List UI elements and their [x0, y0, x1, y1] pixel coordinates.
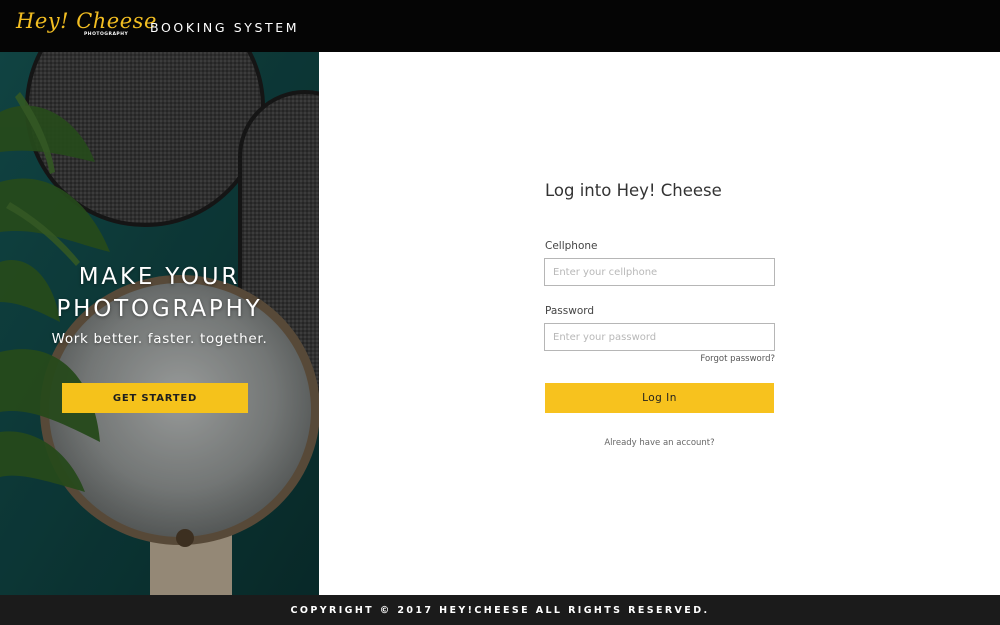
logo-subtext: PHOTOGRAPHY: [84, 32, 129, 37]
forgot-password-link[interactable]: Forgot password?: [655, 354, 775, 364]
hero-tagline: Work better. faster. together.: [51, 331, 268, 347]
log-in-button[interactable]: Log In: [545, 383, 774, 413]
footer: COPYRIGHT © 2017 HEY!CHEESE ALL RIGHTS R…: [0, 595, 1000, 625]
copyright-text: COPYRIGHT © 2017 HEY!CHEESE ALL RIGHTS R…: [290, 604, 710, 616]
password-label: Password: [545, 305, 595, 317]
app-title: BOOKING SYSTEM: [150, 20, 300, 35]
hero-panel: MAKE YOUR PHOTOGRAPHY Work better. faste…: [0, 52, 319, 595]
brand-logo[interactable]: Hey! Cheese PHOTOGRAPHY: [16, 9, 156, 43]
login-heading: Log into Hey! Cheese: [545, 181, 722, 200]
hero-headline-line2: PHOTOGRAPHY: [56, 296, 263, 322]
logo-wordmark: Hey! Cheese: [16, 9, 157, 33]
cellphone-input[interactable]: [544, 258, 775, 286]
hero-headline-line1: MAKE YOUR: [78, 264, 241, 290]
password-input[interactable]: [544, 323, 775, 351]
get-started-button[interactable]: GET STARTED: [62, 383, 248, 413]
top-bar: Hey! Cheese PHOTOGRAPHY BOOKING SYSTEM: [0, 0, 1000, 52]
cellphone-label: Cellphone: [545, 240, 598, 252]
already-have-account-link[interactable]: Already have an account?: [545, 438, 774, 448]
hero-overlay: [0, 52, 319, 595]
